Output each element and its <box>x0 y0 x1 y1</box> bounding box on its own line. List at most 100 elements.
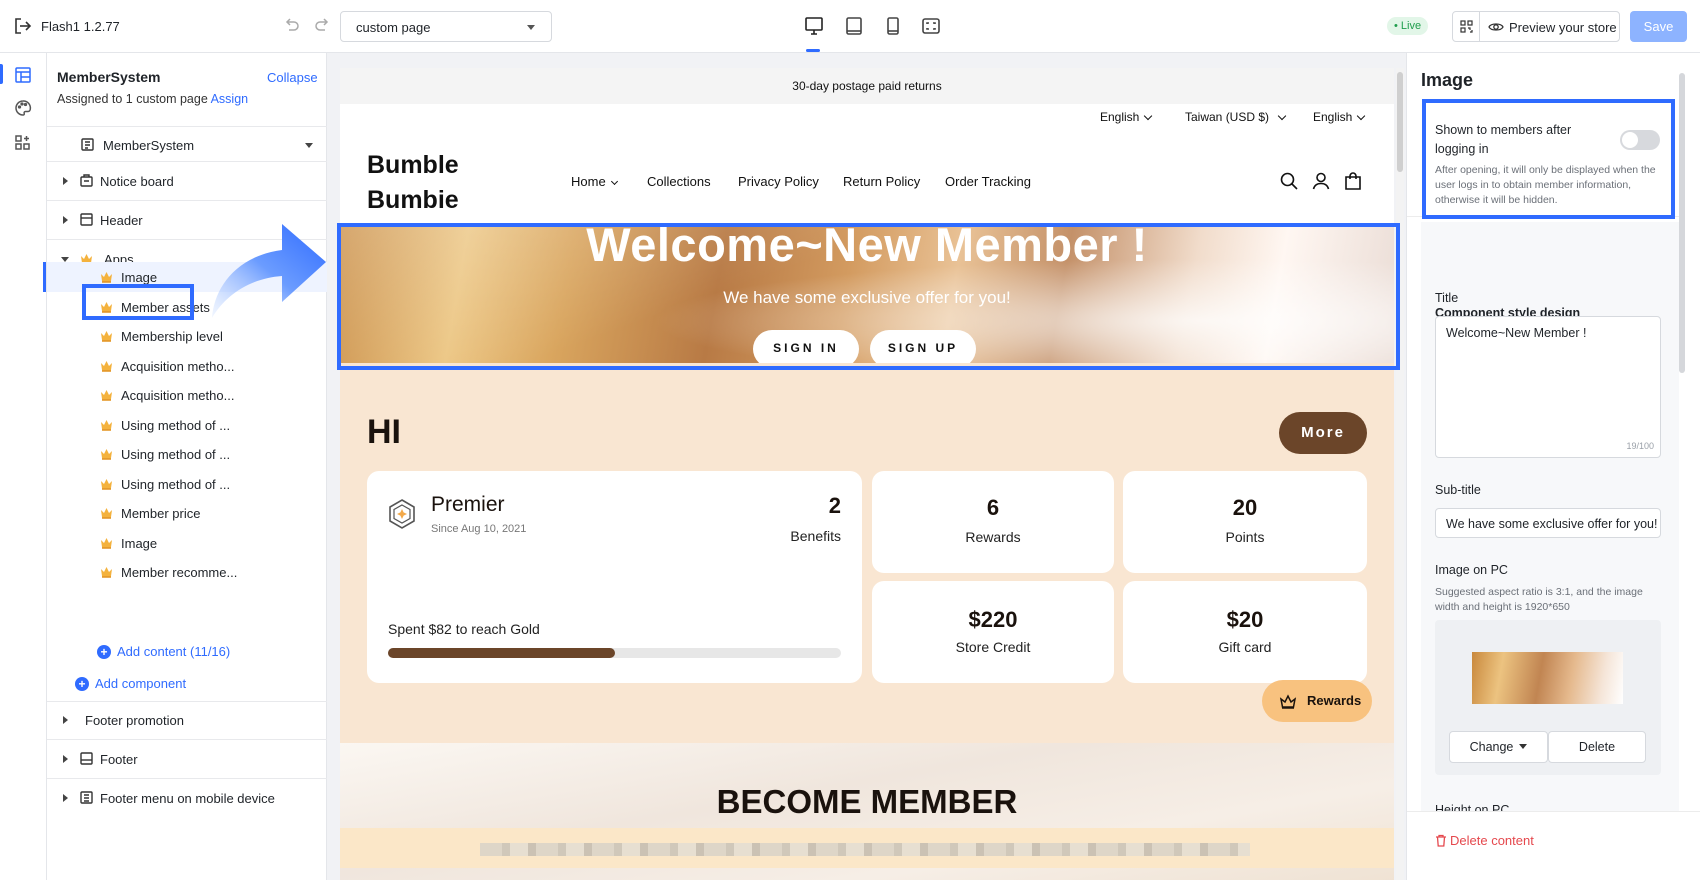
save-button[interactable]: Save <box>1630 11 1687 42</box>
more-button[interactable]: More <box>1279 412 1367 454</box>
app-item[interactable]: Member recomme... <box>47 557 327 587</box>
pointer-arrow-icon <box>212 224 326 318</box>
tier-badge-icon <box>389 499 415 529</box>
language-select[interactable]: English <box>1100 110 1153 124</box>
shopping-bag-icon[interactable] <box>1343 171 1363 191</box>
subtitle-input[interactable]: We have some exclusive offer for you! <box>1435 508 1661 538</box>
redo-icon[interactable] <box>313 17 331 35</box>
section-footer-mobile-menu[interactable]: Footer menu on mobile device <box>47 783 327 813</box>
chevron-down-icon <box>1277 111 1287 121</box>
account-icon[interactable] <box>1311 171 1331 191</box>
title-textarea[interactable]: Welcome~New Member ! 19/100 <box>1435 316 1661 458</box>
search-icon[interactable] <box>1279 171 1299 191</box>
crown-icon <box>101 272 112 283</box>
stat-card-rewards[interactable]: 6 Rewards <box>872 471 1114 573</box>
tablet-landscape-icon[interactable] <box>843 15 865 37</box>
section-label: Header <box>100 213 143 228</box>
stat-card-points[interactable]: 20 Points <box>1123 471 1367 573</box>
delete-image-button[interactable]: Delete <box>1548 731 1646 763</box>
become-member-strip <box>340 828 1394 868</box>
change-image-button[interactable]: Change <box>1449 731 1548 763</box>
mobile-icon[interactable] <box>882 15 904 37</box>
page-tree-root[interactable]: MemberSystem <box>47 130 327 160</box>
chevron-down-icon <box>1357 111 1366 121</box>
app-item[interactable]: Using method of ... <box>47 410 327 440</box>
icon-rail <box>0 53 47 880</box>
section-label: Footer <box>100 752 138 767</box>
title-value: Welcome~New Member ! <box>1446 326 1587 340</box>
app-item[interactable]: Membership level <box>47 321 327 351</box>
language-label: English <box>1100 110 1140 124</box>
add-content-link[interactable]: Add content (11/16) <box>117 644 230 659</box>
app-item-label: Member recomme... <box>121 565 238 580</box>
benefits-label[interactable]: Benefits <box>790 528 841 544</box>
scrollbar-thumb[interactable] <box>1397 72 1403 172</box>
section-footer-promotion[interactable]: Footer promotion <box>47 705 327 735</box>
exit-icon[interactable] <box>14 17 32 35</box>
app-item-label: Membership level <box>121 329 223 344</box>
image-pc-preview: Change Delete <box>1435 620 1661 775</box>
member-assets-section: HI More Premier Since Aug 10, 2021 2 Ben… <box>340 363 1394 743</box>
region-select[interactable]: Taiwan (USD $) <box>1185 110 1287 124</box>
panel-scrollbar[interactable] <box>1677 53 1687 880</box>
section-footer[interactable]: Footer <box>47 744 327 774</box>
app-item[interactable]: Using method of ... <box>47 469 327 499</box>
stat-value: 20 <box>1232 495 1258 520</box>
nav-collections[interactable]: Collections <box>647 174 711 189</box>
stat-value: $20 <box>1226 607 1264 632</box>
chevron-right-icon <box>63 216 68 224</box>
app-item-label: Using method of ... <box>121 476 231 492</box>
page-select[interactable]: custom page <box>340 11 552 42</box>
apps-icon[interactable] <box>14 134 32 152</box>
undo-icon[interactable] <box>283 17 301 35</box>
assign-link[interactable]: Assign <box>211 92 249 106</box>
language-label: English <box>1313 110 1353 124</box>
caret-down-icon <box>305 143 313 148</box>
fullscreen-icon[interactable] <box>920 15 942 37</box>
app-item[interactable]: Image <box>47 528 327 558</box>
preview-store-button[interactable]: Preview your store <box>1509 20 1617 35</box>
scrollbar-thumb[interactable] <box>1679 73 1685 373</box>
language-select-2[interactable]: English <box>1313 110 1366 124</box>
app-item[interactable]: Acquisition metho... <box>47 351 327 381</box>
notice-board-icon <box>80 174 93 187</box>
highlight-toggle-setting <box>1422 99 1675 219</box>
stat-card-gift-card[interactable]: $20 Gift card <box>1123 581 1367 683</box>
layout-icon[interactable] <box>14 66 32 84</box>
crown-icon <box>1279 694 1297 709</box>
app-item[interactable]: Using method of ... <box>47 439 327 469</box>
crown-icon <box>101 567 112 578</box>
nav-privacy-policy[interactable]: Privacy Policy <box>738 174 819 189</box>
menu-icon <box>80 791 93 804</box>
app-item[interactable]: Member price <box>47 498 327 528</box>
highlight-banner <box>337 223 1400 370</box>
plus-icon: + <box>75 677 89 691</box>
chevron-right-icon <box>63 755 68 763</box>
app-item-label: Member price <box>121 506 201 521</box>
divider <box>47 161 327 162</box>
greeting-heading: HI <box>367 413 401 451</box>
stat-card-store-credit[interactable]: $220 Store Credit <box>872 581 1114 683</box>
canvas-scrollbar[interactable] <box>1396 68 1404 880</box>
delete-content-button[interactable]: Delete content <box>1435 832 1534 848</box>
stat-value: $220 <box>968 607 1018 632</box>
become-member-section: BECOME MEMBER <box>340 743 1394 880</box>
nav-home[interactable]: Home <box>571 174 618 189</box>
desktop-icon[interactable] <box>803 15 825 37</box>
trash-icon <box>1436 834 1446 847</box>
blurred-text <box>480 843 1250 856</box>
rail-active-indicator <box>0 64 3 84</box>
nav-order-tracking[interactable]: Order Tracking <box>945 174 1031 189</box>
region-label: Taiwan (USD $) <box>1185 110 1270 124</box>
section-notice-board[interactable]: Notice board <box>47 166 327 196</box>
palette-icon[interactable] <box>14 99 32 117</box>
image-pc-label: Image on PC <box>1435 563 1508 577</box>
nav-return-policy[interactable]: Return Policy <box>843 174 920 189</box>
app-item[interactable]: Acquisition metho... <box>47 380 327 410</box>
store-logo[interactable]: Bumble Bumbie <box>367 148 459 218</box>
collapse-link[interactable]: Collapse <box>267 70 318 85</box>
add-component-link[interactable]: Add component <box>95 676 186 691</box>
rewards-floating-button[interactable]: Rewards <box>1262 680 1372 722</box>
qr-code-button[interactable] <box>1453 12 1480 41</box>
chevron-right-icon <box>63 794 68 802</box>
